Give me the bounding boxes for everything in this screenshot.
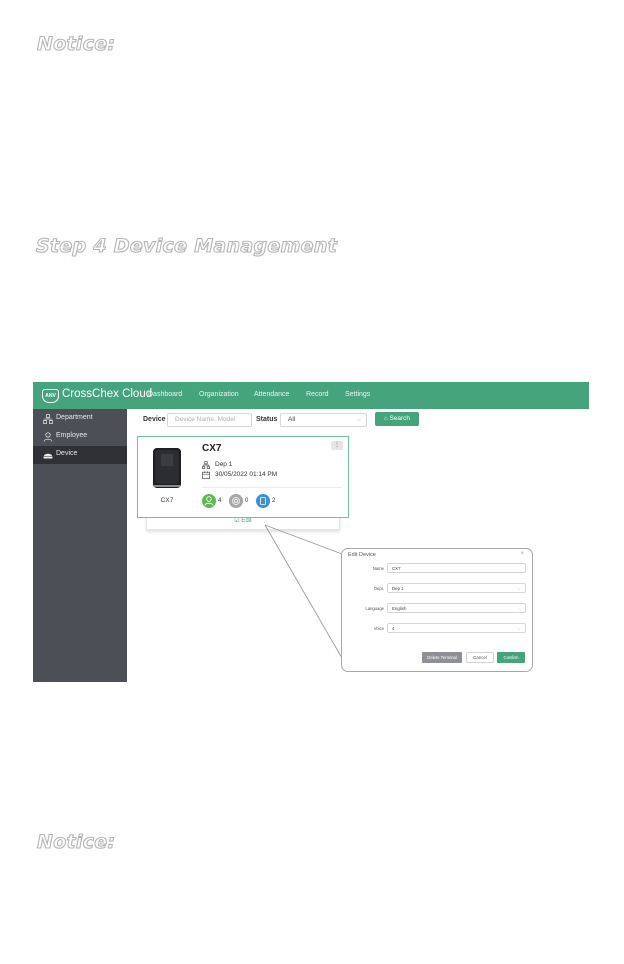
language-field-label: Language [365, 606, 384, 611]
voice-field-label: Voice [373, 626, 384, 631]
close-icon[interactable]: × [520, 551, 524, 557]
confirm-button[interactable]: Confirm [497, 652, 525, 663]
dept-select-value: Dep 1 [392, 586, 404, 591]
language-select[interactable]: English ⌵ [387, 603, 526, 613]
chevron-down-icon: ⌵ [517, 626, 521, 631]
dialog-title: Edit Device [348, 552, 376, 558]
dept-select[interactable]: Dep 1 ⌵ [387, 583, 526, 593]
app-screenshot: ANV CrossChex Cloud Dashboard Organizati… [33, 382, 589, 682]
voice-select[interactable]: 4 ⌵ [387, 623, 526, 633]
name-field[interactable]: CX7 [387, 563, 526, 573]
delete-terminal-button[interactable]: Delete Terminal [422, 652, 462, 663]
cancel-button[interactable]: Cancel [466, 652, 494, 663]
chevron-down-icon: ⌵ [517, 606, 521, 611]
notice-heading-bottom: Notice: [36, 830, 116, 853]
dept-field-label: Dept. [373, 586, 384, 591]
step4-heading: Step 4 Device Management [35, 234, 338, 257]
chevron-down-icon: ⌵ [517, 586, 521, 591]
notice-heading-top: Notice: [36, 32, 116, 55]
name-field-label: Name [372, 566, 384, 571]
voice-select-value: 4 [392, 626, 395, 631]
edit-device-dialog: Edit Device × Name CX7 Dept. Dep 1 ⌵ Lan… [341, 548, 533, 672]
language-select-value: English [392, 606, 407, 611]
